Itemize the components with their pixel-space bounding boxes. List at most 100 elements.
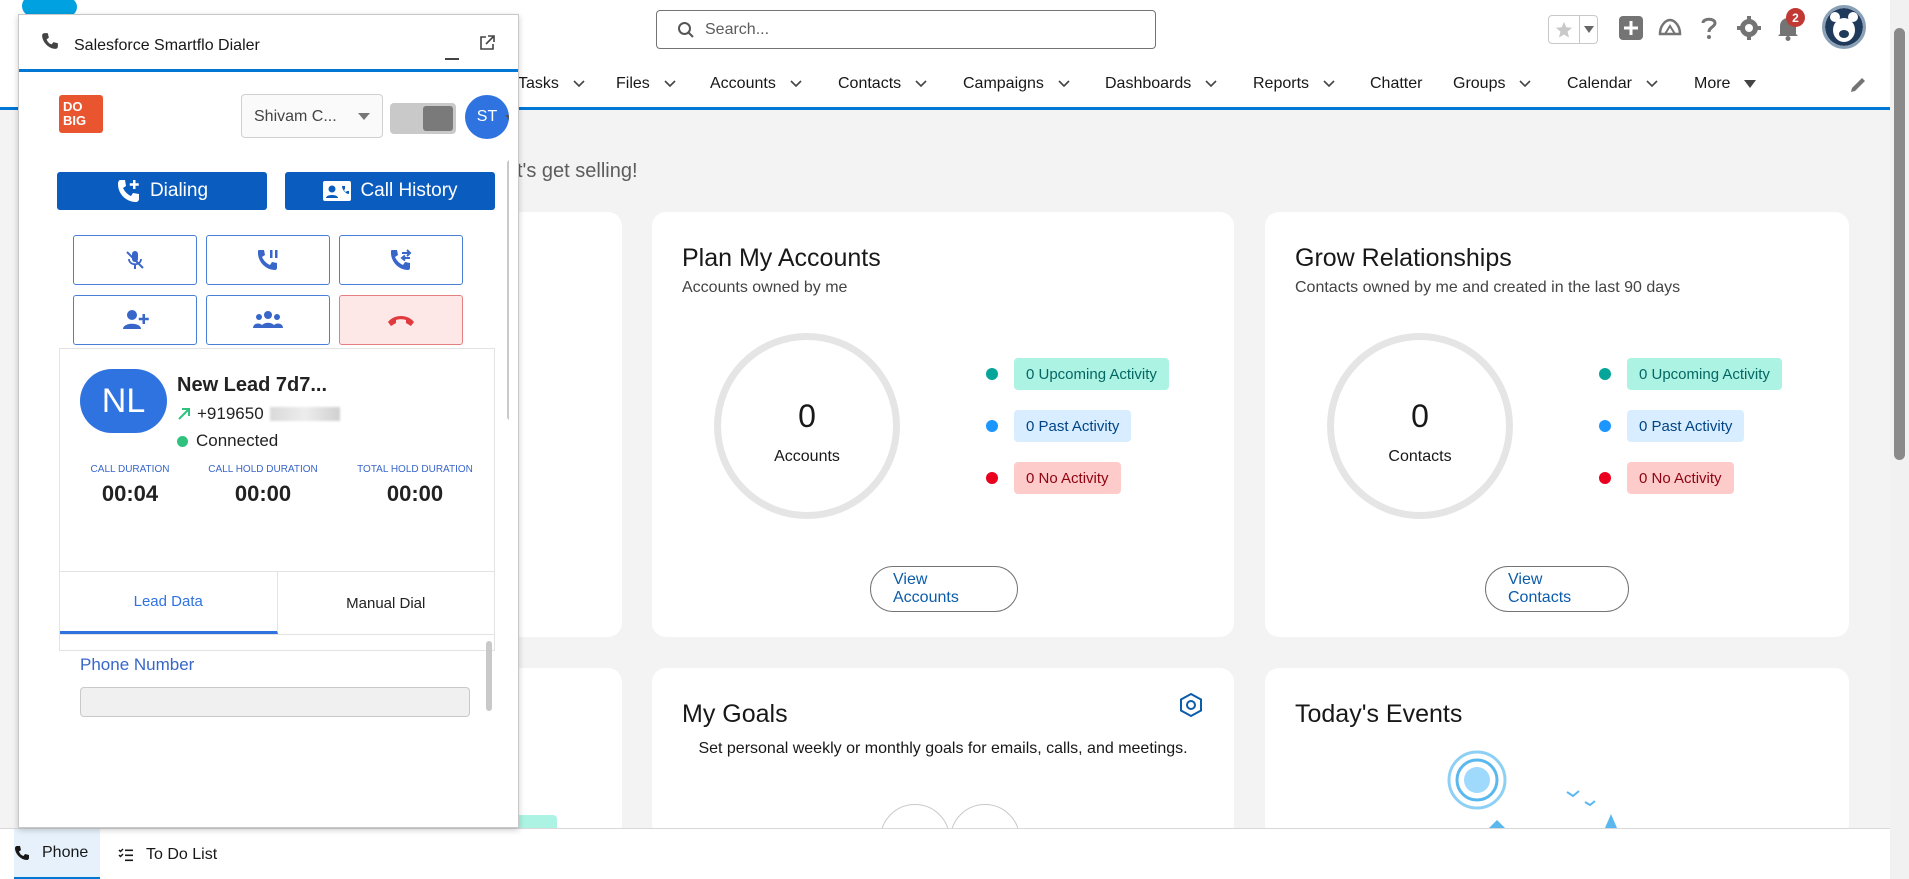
favorites-button[interactable] [1548, 15, 1598, 44]
user-avatar[interactable] [1822, 5, 1866, 49]
dobig-logo: DO BIG [59, 95, 103, 133]
transfer-button[interactable] [339, 235, 463, 285]
chevron-down-icon[interactable] [505, 115, 509, 121]
grow-relationships-card: Grow Relationships Contacts owned by me … [1265, 212, 1849, 637]
utility-todo-button[interactable]: To Do List [118, 829, 217, 879]
group-icon [253, 311, 283, 328]
agent-select[interactable]: Shivam C... [241, 94, 383, 138]
call-hold-duration: CALL HOLD DURATION 00:00 [200, 464, 326, 507]
utility-bar: Phone To Do List [0, 828, 1890, 879]
legend-upcoming: 0 Upcoming Activity [1599, 358, 1782, 390]
chevron-down-icon[interactable] [1205, 80, 1217, 88]
hang-up-icon [388, 316, 414, 326]
minimize-icon[interactable] [444, 45, 460, 61]
chevron-down-icon[interactable] [1323, 80, 1335, 88]
agent-avatar[interactable]: ST [465, 95, 509, 139]
events-illustration [1447, 750, 1617, 828]
help-button[interactable] [1694, 13, 1724, 43]
nav-item-files[interactable]: Files [616, 75, 676, 93]
dialer-header: Salesforce Smartflo Dialer [19, 15, 518, 72]
legend-past: 0 Past Activity [986, 410, 1132, 442]
nav-item-chatter[interactable]: Chatter [1370, 75, 1422, 93]
nav-item-campaigns[interactable]: Campaigns [963, 75, 1070, 93]
hold-button[interactable] [206, 235, 330, 285]
call-status-row: Connected [177, 431, 278, 451]
tab-manual-dial[interactable]: Manual Dial [278, 572, 495, 634]
contacts-count: 0 [1411, 398, 1429, 434]
tab-lead-data[interactable]: Lead Data [60, 572, 278, 634]
nav-item-tasks[interactable]: Tasks [518, 75, 585, 93]
chevron-down-icon[interactable] [1646, 80, 1658, 88]
plus-icon [1619, 16, 1643, 40]
toggle-knob [423, 106, 453, 131]
chevron-down-icon[interactable] [573, 80, 585, 88]
popout-icon[interactable] [479, 35, 495, 51]
mute-button[interactable] [73, 235, 197, 285]
nav-item-label: More [1694, 75, 1731, 92]
nav-item-label: Contacts [838, 75, 902, 92]
scrollbar-thumb[interactable] [1894, 28, 1905, 460]
view-contacts-button[interactable]: View Contacts [1485, 566, 1629, 612]
pencil-icon[interactable] [1849, 76, 1867, 94]
lead-data-scrollbar[interactable] [486, 641, 492, 711]
legend-past: 0 Past Activity [1599, 410, 1745, 442]
nav-item-label: Files [616, 75, 650, 92]
availability-toggle[interactable] [390, 103, 456, 134]
utility-phone-button[interactable]: Phone [14, 829, 100, 879]
trailhead-icon [1658, 18, 1682, 36]
global-search-input[interactable]: Search... [656, 10, 1156, 49]
chevron-down-icon[interactable] [664, 80, 676, 88]
upcoming-activity-badge: 0 Upcoming Activity [1014, 358, 1169, 390]
no-activity-badge: 0 No Activity [1014, 462, 1121, 494]
nav-item-label: Chatter [1370, 75, 1423, 92]
phone-pause-icon [258, 250, 278, 270]
chevron-down-icon[interactable] [790, 80, 802, 88]
chevron-down-icon[interactable] [1584, 26, 1594, 34]
conference-button[interactable] [206, 295, 330, 345]
phone-number-label: Phone Number [80, 655, 195, 674]
chevron-down-icon[interactable] [915, 80, 927, 88]
nav-item-accounts[interactable]: Accounts [710, 75, 802, 93]
duration-label: TOTAL HOLD DURATION [357, 464, 473, 475]
chevron-down-icon[interactable] [1058, 80, 1070, 88]
lead-name[interactable]: New Lead 7d7... [177, 374, 327, 397]
duration-label: CALL DURATION [90, 464, 170, 475]
status-dot [986, 420, 998, 432]
duration-value: 00:00 [234, 481, 292, 506]
card-title: Plan My Accounts [682, 244, 881, 272]
nav-item-label: Tasks [518, 75, 559, 92]
legend-none: 0 No Activity [1599, 462, 1734, 494]
phone-plus-icon [117, 180, 139, 202]
duration-label: CALL HOLD DURATION [208, 464, 318, 475]
add-participant-button[interactable] [73, 295, 197, 345]
notification-badge: 2 [1786, 8, 1805, 27]
view-accounts-button[interactable]: View Accounts [870, 566, 1018, 612]
nav-item-reports[interactable]: Reports [1253, 75, 1335, 93]
setup-button[interactable] [1734, 13, 1764, 43]
trailhead-button[interactable] [1655, 13, 1685, 43]
triangle-down-icon[interactable] [1744, 80, 1757, 88]
utility-todo-label: To Do List [146, 845, 218, 863]
page-scrollbar[interactable] [1890, 0, 1909, 879]
add-user-icon [123, 310, 149, 329]
phone-number-field[interactable] [80, 687, 470, 717]
plan-my-accounts-card: Plan My Accounts Accounts owned by me 0 … [652, 212, 1234, 637]
end-call-button[interactable] [339, 295, 463, 345]
dialer-scrollbar[interactable] [507, 160, 509, 420]
nav-item-more[interactable]: More [1694, 75, 1757, 93]
help-icon [1701, 17, 1717, 39]
nav-item-dashboards[interactable]: Dashboards [1105, 75, 1217, 93]
nav-item-calendar[interactable]: Calendar [1567, 75, 1658, 93]
call-history-button[interactable]: Call History [285, 172, 495, 210]
call-status: Connected [196, 431, 279, 450]
dialing-button[interactable]: Dialing [57, 172, 267, 210]
settings-hexagon-icon[interactable] [1178, 692, 1204, 718]
past-activity-badge: 0 Past Activity [1627, 410, 1745, 442]
nav-item-groups[interactable]: Groups [1453, 75, 1532, 93]
nav-item-contacts[interactable]: Contacts [838, 75, 927, 93]
card-title: Grow Relationships [1295, 244, 1512, 272]
global-create-button[interactable] [1616, 13, 1646, 43]
connected-dot [177, 435, 188, 447]
chevron-down-icon[interactable] [1519, 80, 1532, 88]
phone-icon [15, 846, 29, 860]
